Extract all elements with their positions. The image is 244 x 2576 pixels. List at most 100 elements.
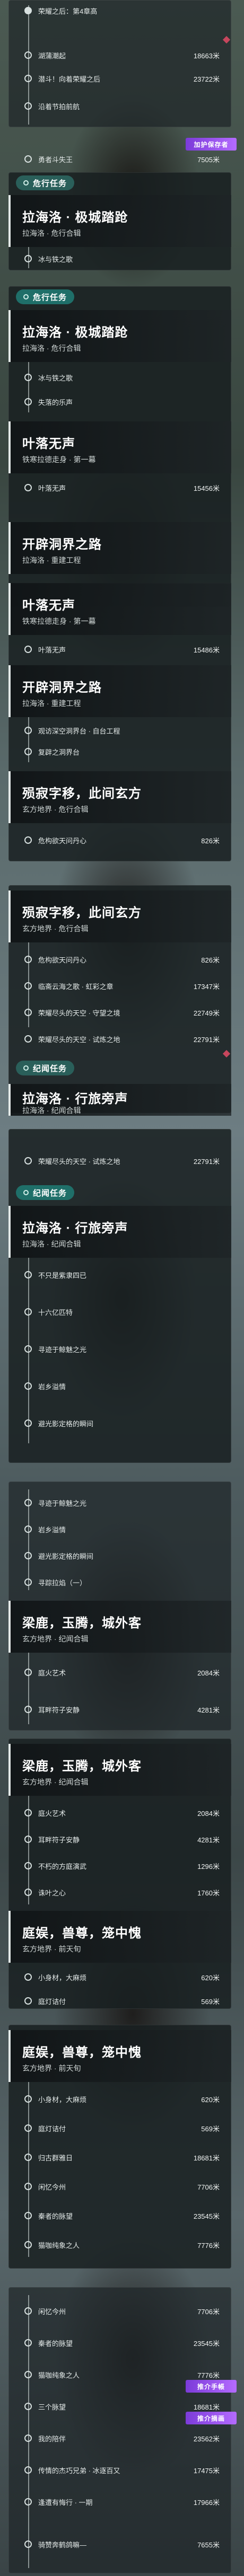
quest-chain-title: 拉海洛 · 行旅旁声 xyxy=(22,1092,128,1106)
quest-row[interactable]: 勇者斗失王 7505米 xyxy=(8,148,231,170)
quest-row[interactable]: 逢遭有悔行 · 一期 17966米 xyxy=(8,2491,231,2512)
quest-row[interactable]: 避光影定格的瞬间 xyxy=(8,1545,231,1566)
quest-chain-card[interactable]: 开辟洞界之路 拉海洛 · 重建工程 xyxy=(8,665,231,717)
section-header-label: 纪闻任务 xyxy=(33,1064,67,1073)
quest-row-distance: 7706米 xyxy=(197,2307,220,2316)
quest-row[interactable]: 耳畔符子安静 4281米 xyxy=(8,1699,231,1720)
quest-row-label: 不只是紫隶四已 xyxy=(38,1271,87,1280)
quest-row[interactable]: 复辟之洞界台 xyxy=(8,741,231,762)
quest-row-label: 寻迹于鲸魅之光 xyxy=(38,1345,87,1354)
quest-chain-title: 拉海洛 · 行旅旁声 xyxy=(22,1221,128,1236)
quest-row[interactable]: 秦者的脉望 23545米 xyxy=(8,2205,231,2226)
quest-row[interactable]: 诛叶之心 1760米 xyxy=(8,1882,231,1903)
section-header[interactable]: 危行任务 xyxy=(8,172,75,193)
section-header[interactable]: 危行任务 xyxy=(8,286,75,307)
quest-row[interactable]: 危构欲天问丹心 826米 xyxy=(8,949,231,970)
quest-status-icon xyxy=(24,255,32,262)
quest-chain-card[interactable]: 庭娱，兽尊，笼中愧 玄方地界 · 前天旬 xyxy=(8,2030,231,2082)
quest-row-distance: 620米 xyxy=(201,2095,220,2104)
quest-chain-card[interactable]: 拉海洛 · 极城踏跄 拉海洛 · 危行合辑 xyxy=(8,195,231,247)
quest-status-icon xyxy=(24,2154,32,2161)
quest-row[interactable]: 我的陪伴 23562米 xyxy=(8,2428,231,2449)
quest-row[interactable]: 小身材，大麻烦 620米 xyxy=(8,2088,231,2110)
quest-row[interactable]: 寻迹于鲸魅之光 xyxy=(8,1492,231,1513)
quest-chain-title: 梁鹿，玉腾，城外客 xyxy=(22,1759,142,1774)
quest-row-label: 岩乡溢情 xyxy=(38,1525,66,1534)
section-header[interactable]: 纪闻任务 xyxy=(8,1057,75,1079)
quest-chain-title: 梁鹿，玉腾，城外客 xyxy=(22,1616,142,1630)
quest-status-icon xyxy=(24,2339,32,2346)
quest-row[interactable]: 沿着节拍前航 xyxy=(8,95,231,117)
quest-row[interactable]: 荣耀尽头的天空 · 试炼之地 22791米 xyxy=(8,1028,231,1049)
quest-chain-card[interactable]: 叶落无声 铁寒拉德走身 · 第一幕 xyxy=(8,421,231,473)
quest-status-icon xyxy=(24,374,32,381)
quest-row[interactable]: 耳畔符子安静 4281米 xyxy=(8,1829,231,1850)
quest-row[interactable]: 闲忆今州 7706米 xyxy=(8,2176,231,2197)
quest-row[interactable]: 湖蒲潮起 18663米 xyxy=(8,45,231,66)
quest-chain-card[interactable]: 殒寂字移，此间玄方 玄方地界 · 危行合辑 xyxy=(8,890,231,942)
quest-row-distance: 4281米 xyxy=(197,1706,220,1714)
quest-status-icon xyxy=(24,102,32,110)
quest-row[interactable]: 临斋云海之歌 · 虹彩之章 17347米 xyxy=(8,975,231,996)
quest-chain-card[interactable]: 叶落无声 铁寒拉德走身 · 第一幕 xyxy=(8,583,231,635)
quest-row-distance: 15486米 xyxy=(193,646,220,654)
quest-chain-card[interactable]: 拉海洛 · 行旅旁声 拉海洛 · 纪闻合辑 xyxy=(8,1206,231,1258)
quest-row[interactable]: 避光影定格的瞬间 xyxy=(8,1413,231,1434)
quest-row-distance: 23562米 xyxy=(193,2434,220,2443)
quest-chain-card[interactable]: 庭娱，兽尊，笼中愧 玄方地界 · 前天旬 xyxy=(8,1911,231,1963)
quest-chain-card[interactable]: 殒寂字移，此间玄方 玄方地界 · 危行合辑 xyxy=(8,771,231,823)
quest-row[interactable]: 潜斗！向着荣耀之后 23722米 xyxy=(8,68,231,89)
quest-row-distance: 826米 xyxy=(201,836,220,845)
quest-row[interactable]: 危构欲天问丹心 826米 xyxy=(8,830,231,851)
quest-row[interactable]: 叶落无声 15486米 xyxy=(8,639,231,660)
quest-chain-subtitle: 玄方地界 · 前天旬 xyxy=(22,1945,81,1953)
quest-row[interactable]: 传情的杰巧兄弟 · 冰逐百又 17475米 xyxy=(8,2459,231,2481)
quest-row[interactable]: 观访深空洞界台 · 自台工程 xyxy=(8,720,231,741)
quest-row[interactable]: 庭火艺术 2084米 xyxy=(8,1662,231,1683)
quest-status-icon xyxy=(24,2371,32,2378)
quest-chain-card[interactable]: 拉海洛 · 行旅旁声 拉海洛 · 纪闻合辑 xyxy=(8,1084,231,1116)
quest-row-distance: 15456米 xyxy=(193,484,220,492)
quest-row[interactable]: 庭火艺术 2084米 xyxy=(8,1802,231,1823)
quest-row[interactable]: 不只是紫隶四已 xyxy=(8,1264,231,1285)
quest-status-icon xyxy=(24,398,32,405)
quest-row[interactable]: 荣耀之后：第4章高 xyxy=(8,0,231,21)
quest-chain-card[interactable]: 拉海洛 · 极城踏跄 拉海洛 · 危行合辑 xyxy=(8,310,231,362)
quest-row[interactable]: 小身材，大麻烦 620米 xyxy=(8,1966,231,1988)
quest-chain-card[interactable]: 开辟洞界之路 拉海洛 · 重建工程 xyxy=(8,522,231,574)
quest-row[interactable]: 荣耀尽头的天空 · 守望之境 22749米 xyxy=(8,1002,231,1023)
quest-chain-title: 拉海洛 · 极城踏跄 xyxy=(22,210,128,225)
quest-row[interactable]: 骑赞奔鹤鸽嘛— 7655米 xyxy=(8,2534,231,2555)
quest-row[interactable]: 猫咖纯象之人 7776米 xyxy=(8,2234,231,2255)
quest-row[interactable]: 秦者的脉望 23545米 xyxy=(8,2332,231,2353)
quest-row[interactable]: 岩乡溢情 xyxy=(8,1519,231,1540)
quest-row[interactable]: 冰与铁之歌 xyxy=(8,248,231,269)
section-header[interactable]: 纪闻任务 xyxy=(8,1182,75,1203)
promo-badge[interactable]: 推介手帳 xyxy=(186,2380,237,2393)
quest-chain-title: 开辟洞界之路 xyxy=(22,681,102,695)
quest-row-distance: 7706米 xyxy=(197,2183,220,2191)
quest-status-icon xyxy=(24,2124,32,2132)
quest-row[interactable]: 不朽的方庭演武 1296米 xyxy=(8,1855,231,1876)
quest-chain-card[interactable]: 梁鹿，玉腾，城外客 玄方地界 · 纪闻合辑 xyxy=(8,1601,231,1653)
quest-row[interactable]: 庭灯诘付 569米 xyxy=(8,1990,231,2012)
quest-row[interactable]: 归古群雅日 18681米 xyxy=(8,2147,231,2168)
quest-chain-subtitle: 拉海洛 · 危行合辑 xyxy=(22,344,81,352)
quest-row[interactable]: 十六亿匹特 xyxy=(8,1301,231,1322)
quest-row[interactable]: 庭灯诘付 569米 xyxy=(8,2118,231,2139)
quest-row[interactable]: 寻踪拉焰（一） xyxy=(8,1572,231,1593)
quest-row[interactable]: 荣耀尽头的天空 · 试炼之地 22791米 xyxy=(8,1150,231,1171)
quest-row[interactable]: 失落的乐声 xyxy=(8,391,231,412)
quest-row-distance: 23545米 xyxy=(193,2339,220,2348)
quest-chain-card[interactable]: 梁鹿，玉腾，城外客 玄方地界 · 纪闻合辑 xyxy=(8,1744,231,1796)
quest-row[interactable]: 叶落无声 15456米 xyxy=(8,477,231,498)
quest-row[interactable]: 寻迹于鲸魅之光 xyxy=(8,1338,231,1360)
quest-row-distance: 2084米 xyxy=(197,1809,220,1818)
quest-row-distance: 2084米 xyxy=(197,1669,220,1677)
quest-status-icon xyxy=(24,75,32,82)
quest-row[interactable]: 冰与铁之歌 xyxy=(8,367,231,388)
promo-badge[interactable]: 推介摘画 xyxy=(186,2412,237,2424)
quest-row[interactable]: 闲忆今州 7706米 xyxy=(8,2300,231,2322)
quest-row[interactable]: 岩乡溢情 xyxy=(8,1375,231,1397)
quest-status-icon xyxy=(24,1889,32,1896)
